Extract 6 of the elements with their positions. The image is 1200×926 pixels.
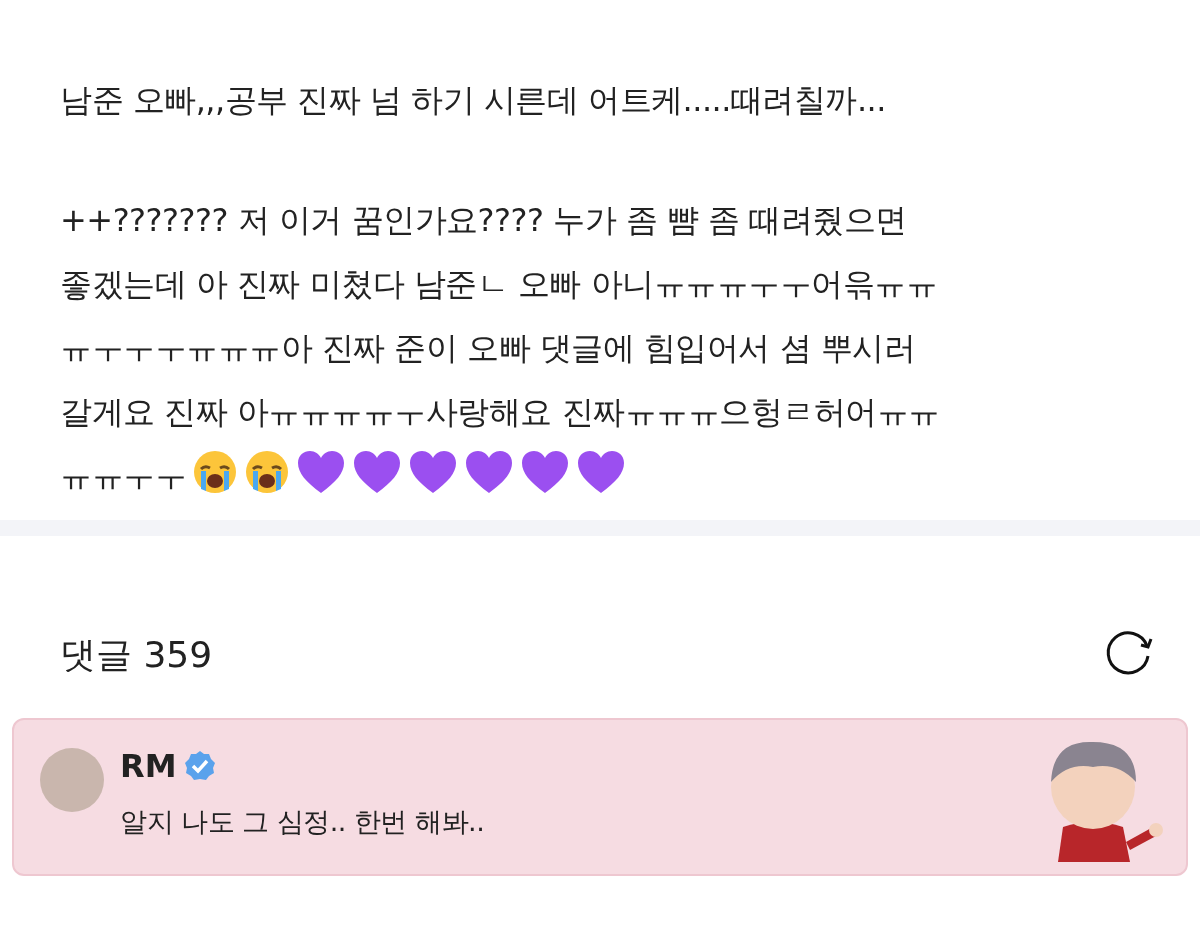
- post-text: ㅠㅠㅜㅜ: [60, 457, 186, 495]
- comment-count: 댓글 359: [60, 633, 213, 677]
- post-text: 남준 오빠,,,공부 진짜 넘 하기 시른데 어트케.....때려칠까...: [60, 81, 886, 119]
- comment-text: 알지 나도 그 심정.. 한번 해봐..: [120, 805, 486, 839]
- author-name: RM: [120, 748, 177, 784]
- post-text: ++??????? 저 이거 꿈인가요???? 누가 좀 뺨 좀 때려줬으면 좋겠는데 아 진짜 미쳤다 남준ㄴ 오빠 아니ㅠㅠㅠㅜㅜ어윾ㅠㅠ ㅠㅜㅜㅜㅠㅠㅠ아 진짜 준이 오빠 댓글에 힘입어서 셤 뿌시러 갈게요 진짜 아ㅠㅠㅠㅠㅜ사랑해요 진짜ㅠㅠㅠ으헝ㄹ허어ㅠㅠ: [60, 200, 940, 433]
